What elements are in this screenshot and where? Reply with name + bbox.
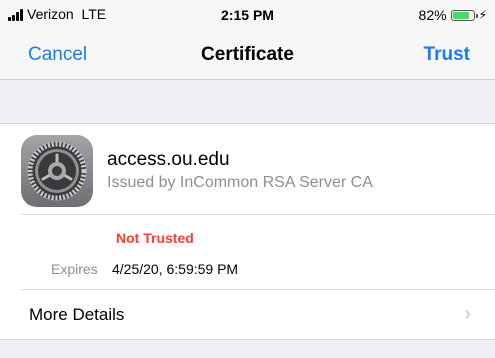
more-details-label: More Details	[29, 305, 125, 324]
battery-fill	[452, 11, 469, 19]
battery-percentage: 82%	[418, 7, 447, 23]
bolt-icon: ⚡	[478, 8, 487, 22]
expires-value: 4/25/20, 6:59:59 PM	[112, 261, 239, 277]
battery-group: 82% ⚡	[419, 7, 487, 23]
navigation-bar: Cancel Certificate Trust	[0, 30, 495, 80]
status-bar: Verizon LTE 2:15 PM 82% ⚡	[0, 0, 495, 30]
trust-status: Not Trusted	[116, 230, 194, 246]
certificate-card: access.ou.edu Issued by InCommon RSA Ser…	[0, 123, 495, 340]
divider	[21, 214, 495, 215]
chevron-right-icon: ›	[464, 303, 471, 325]
certificate-name: access.ou.edu	[107, 149, 230, 170]
certificate-issuer: Issued by InCommon RSA Server CA	[107, 174, 373, 191]
more-details-row[interactable]: More Details ›	[0, 290, 495, 340]
settings-gear-icon	[21, 135, 93, 207]
trust-button[interactable]: Trust	[424, 44, 470, 66]
page-title: Certificate	[201, 44, 294, 65]
expires-label: Expires	[51, 261, 98, 277]
battery-cap	[475, 13, 478, 18]
battery-icon	[450, 9, 478, 21]
